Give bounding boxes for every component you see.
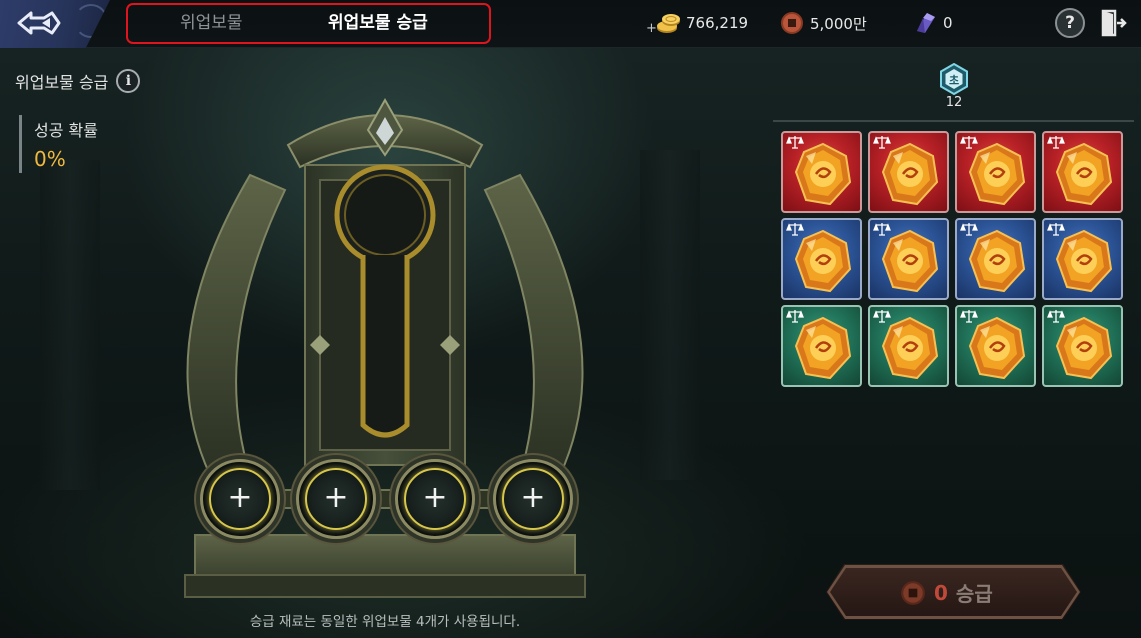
rank-badge-icon[interactable]: 초 <box>938 62 970 96</box>
background-pillar <box>640 150 700 480</box>
treasure-inventory-grid <box>781 131 1141 391</box>
treasure-item[interactable] <box>781 305 862 387</box>
success-rate-box: 성공 확률 0% <box>19 115 98 173</box>
treasure-item[interactable] <box>955 305 1036 387</box>
background-pillar <box>40 160 100 490</box>
tab-group: 위업보물 위업보물 승급 <box>126 3 491 44</box>
amber-gem-icon <box>881 142 939 206</box>
amber-gem-icon <box>968 229 1026 293</box>
panel-divider <box>773 120 1134 122</box>
material-slot-1[interactable]: + <box>200 459 280 539</box>
treasure-item[interactable] <box>955 131 1036 213</box>
tab-treasure[interactable]: 위업보물 <box>180 5 243 42</box>
gem-currency[interactable]: 0 <box>913 11 953 35</box>
add-material-icon: + <box>323 480 349 515</box>
decoration-swirl <box>74 4 108 38</box>
add-material-icon: + <box>422 480 448 515</box>
amber-gem-icon <box>794 142 852 206</box>
success-rate-label: 성공 확률 <box>34 121 98 140</box>
back-arrow-icon <box>17 11 61 35</box>
treasure-item[interactable] <box>868 305 949 387</box>
add-material-icon: + <box>520 480 546 515</box>
material-slot-3[interactable]: + <box>395 459 475 539</box>
amber-gem-icon <box>1055 316 1113 380</box>
amber-gem-icon <box>1055 142 1113 206</box>
amber-gem-icon <box>794 229 852 293</box>
coin-amount: 5,000만 <box>810 14 867 33</box>
copper-coin-icon <box>780 11 804 35</box>
help-button[interactable]: ? <box>1055 8 1085 38</box>
upgrade-button[interactable]: 0 승급 <box>826 564 1081 620</box>
exit-door-icon <box>1101 9 1127 37</box>
amber-gem-icon <box>1055 229 1113 293</box>
treasure-item[interactable] <box>1042 131 1123 213</box>
button-content: 0 승급 <box>900 578 993 607</box>
upgrade-label: 승급 <box>955 582 993 606</box>
exit-button[interactable] <box>1101 9 1127 37</box>
page-title: 위업보물 승급 <box>15 73 109 92</box>
treasure-item[interactable] <box>868 131 949 213</box>
amber-gem-icon <box>968 142 1026 206</box>
treasure-item[interactable] <box>1042 305 1123 387</box>
tab-treasure-upgrade[interactable]: 위업보물 승급 <box>328 5 428 42</box>
treasure-item[interactable] <box>868 218 949 300</box>
gold-coins-icon <box>656 11 680 35</box>
material-slot-4[interactable]: + <box>493 459 573 539</box>
treasure-item[interactable] <box>1042 218 1123 300</box>
material-slot-2[interactable]: + <box>296 459 376 539</box>
success-rate-value: 0% <box>34 147 66 171</box>
treasure-item[interactable] <box>955 218 1036 300</box>
upgrade-cost: 0 <box>934 580 948 605</box>
top-bar: 위업보물 위업보물 승급 + 766,219 5,000만 0 ? <box>0 0 1141 48</box>
amber-gem-icon <box>794 316 852 380</box>
rank-count: 12 <box>945 95 963 110</box>
back-button[interactable] <box>0 0 110 48</box>
material-note: 승급 재료는 동일한 위업보물 4개가 사용됩니다. <box>249 614 521 630</box>
coin-currency[interactable]: 5,000만 <box>780 11 867 35</box>
treasure-item[interactable] <box>781 218 862 300</box>
treasure-item[interactable] <box>781 131 862 213</box>
amber-gem-icon <box>968 316 1026 380</box>
gold-amount: 766,219 <box>686 14 749 32</box>
add-material-icon: + <box>227 480 253 515</box>
amber-gem-icon <box>881 229 939 293</box>
purple-crystal-icon <box>913 11 937 35</box>
amber-gem-icon <box>881 316 939 380</box>
copper-coin-icon <box>901 580 925 605</box>
gold-currency[interactable]: + 766,219 <box>646 11 749 36</box>
title-row: 위업보물 승급 i <box>15 69 141 93</box>
rank-badge-text: 초 <box>949 74 959 87</box>
info-icon[interactable]: i <box>116 69 141 93</box>
gem-amount: 0 <box>943 14 953 32</box>
